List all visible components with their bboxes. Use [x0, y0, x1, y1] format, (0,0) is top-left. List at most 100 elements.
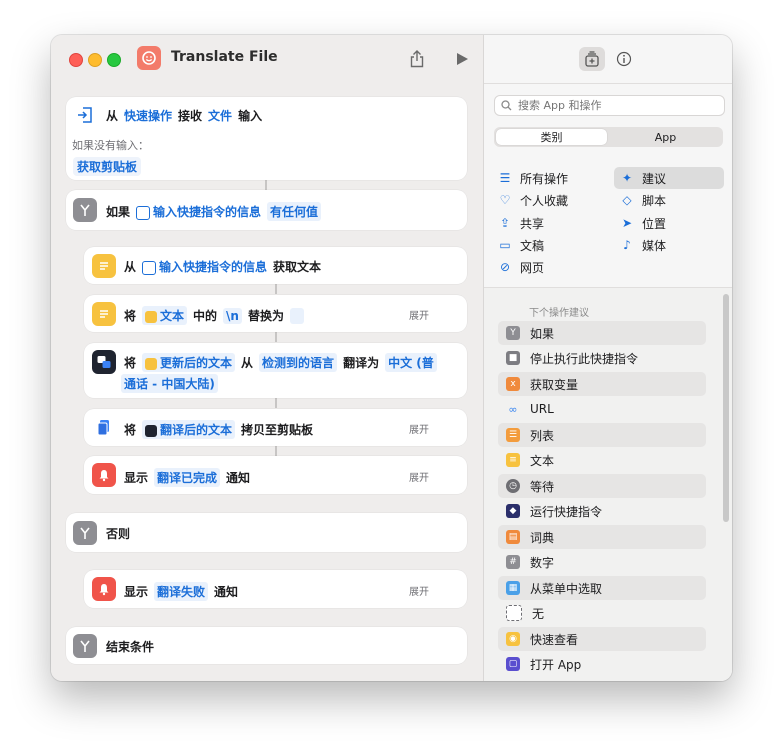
- suggestion-item[interactable]: ◉ 快速查看: [498, 627, 706, 651]
- target-language-token[interactable]: 中文 (普: [385, 353, 437, 372]
- category-documents[interactable]: ▭ 文稿: [498, 234, 608, 256]
- replace-text-action[interactable]: 将 文本 中的 \n 替换为 展开: [84, 295, 467, 332]
- suggestion-item[interactable]: Y 如果: [498, 321, 706, 345]
- suggestions-list: 下个操作建议 Y 如果 ■ 停止执行此快捷指令 x 获取变量 ∞ URL ☰ 列表 ≡ 文本…: [484, 287, 732, 681]
- suggestion-item[interactable]: ■ 停止执行此快捷指令: [498, 346, 706, 370]
- suggestion-item[interactable]: ◷ 等待: [498, 474, 706, 498]
- suggestion-item[interactable]: # 数字: [498, 550, 706, 574]
- shortcut-icon[interactable]: [137, 46, 161, 70]
- category-location[interactable]: ➤ 位置: [620, 212, 724, 234]
- expand-button[interactable]: 展开: [409, 307, 429, 322]
- share-icon: ⇪: [499, 216, 511, 230]
- category-favorites[interactable]: ♡ 个人收藏: [498, 189, 608, 211]
- from-label: 从: [124, 260, 137, 274]
- suggestion-item[interactable]: ∞ URL: [498, 397, 706, 421]
- connector: [265, 180, 267, 190]
- category-label: 共享: [520, 216, 545, 231]
- receive-action[interactable]: 从 快速操作 接收 文件 输入 如果没有输入： 获取剪贴板: [66, 97, 467, 180]
- action-library-icon[interactable]: [579, 47, 605, 71]
- nothing-icon: [506, 605, 522, 621]
- close-button[interactable]: [69, 53, 83, 67]
- show-notification-action[interactable]: 显示 翻译已完成 通知 展开: [84, 456, 467, 494]
- type-token[interactable]: 文件: [208, 107, 232, 124]
- condition-token[interactable]: 有任何值: [267, 202, 322, 221]
- category-media[interactable]: ♪ 媒体: [620, 234, 724, 256]
- category-sharing[interactable]: ⇪ 共享: [498, 212, 608, 234]
- play-icon[interactable]: [450, 47, 474, 71]
- otherwise-label: 否则: [106, 527, 131, 541]
- from-label: 从: [106, 109, 119, 123]
- otherwise-action[interactable]: 否则: [66, 513, 467, 552]
- suggestion-item[interactable]: ▢ 打开 App: [498, 652, 706, 676]
- translate-action[interactable]: 将 更新后的文本 从 检测到的语言 翻译为 中文 (普 通话 - 中国大陆): [84, 343, 467, 398]
- action-library-pane: 类别 App ☰ 所有操作 ✦ 建议 ♡ 个人收藏 ◇ 脚本 ⇪ 共享 ➤ 位置 ▭: [483, 35, 732, 681]
- segment-apps[interactable]: App: [610, 129, 721, 145]
- location-icon: ➤: [621, 216, 633, 230]
- if-var-token[interactable]: 输入快捷指令的信息: [136, 203, 261, 220]
- suggestion-item[interactable]: ▤ 词典: [498, 525, 706, 549]
- translate-icon: [145, 424, 158, 437]
- category-scripting[interactable]: ◇ 脚本: [620, 189, 724, 211]
- fallback-token[interactable]: 获取剪贴板: [73, 157, 142, 176]
- replacement-token[interactable]: [290, 307, 304, 324]
- expand-button[interactable]: 展开: [409, 469, 429, 484]
- get-text-label: 获取文本: [273, 260, 322, 274]
- if-var-label: 输入快捷指令的信息: [153, 205, 262, 219]
- text-icon: ≡: [506, 453, 520, 467]
- show-notification-action[interactable]: 显示 翻译失败 通知 展开: [84, 570, 467, 608]
- translate-icon: [92, 350, 116, 374]
- suggestion-item[interactable]: ≡ 文本: [498, 448, 706, 472]
- pattern-token[interactable]: \n: [223, 307, 242, 324]
- category-label: 建议: [642, 171, 667, 186]
- category-all-actions[interactable]: ☰ 所有操作: [498, 167, 608, 189]
- suggestion-label: 无: [532, 606, 545, 621]
- notification-bell-icon: [92, 463, 116, 487]
- target-language-token-cont[interactable]: 通话 - 中国大陆): [121, 374, 218, 393]
- app-icon: ▢: [506, 657, 520, 671]
- connector: [275, 284, 277, 294]
- translate-var-token[interactable]: 更新后的文本: [142, 353, 236, 372]
- titlebar: Translate File: [51, 35, 483, 83]
- suggestion-label: 停止执行此快捷指令: [530, 351, 639, 366]
- expand-button[interactable]: 展开: [409, 583, 429, 598]
- get-text-var-token[interactable]: 输入快捷指令的信息: [142, 258, 267, 275]
- zoom-button[interactable]: [107, 53, 121, 67]
- clipboard-icon: [92, 416, 116, 440]
- segment-categories[interactable]: 类别: [496, 129, 607, 145]
- minimize-button[interactable]: [88, 53, 102, 67]
- detected-language-token[interactable]: 检测到的语言: [259, 353, 338, 372]
- suggestion-label: 数字: [530, 555, 555, 570]
- compass-icon: ⊘: [499, 260, 511, 274]
- suggestion-item[interactable]: ▦ 从菜单中选取: [498, 576, 706, 600]
- replace-var-token[interactable]: 文本: [142, 306, 188, 325]
- scrollbar[interactable]: [723, 294, 729, 522]
- notification-message-token[interactable]: 翻译已完成: [154, 468, 221, 487]
- no-input-label: 如果没有输入：: [72, 139, 149, 152]
- expand-button[interactable]: 展开: [409, 421, 429, 436]
- copy-var-token[interactable]: 翻译后的文本: [142, 420, 236, 439]
- info-icon[interactable]: [611, 47, 637, 71]
- category-web[interactable]: ⊘ 网页: [498, 256, 608, 278]
- suggestion-item[interactable]: 无: [498, 601, 706, 625]
- share-icon[interactable]: [405, 47, 429, 71]
- suggestion-label: 如果: [530, 326, 555, 341]
- suggestion-item[interactable]: x 获取变量: [498, 372, 706, 396]
- get-text-action[interactable]: 从 输入快捷指令的信息 获取文本: [84, 247, 467, 284]
- search-input[interactable]: [516, 98, 720, 113]
- suggestion-label: 等待: [530, 479, 555, 494]
- source-token[interactable]: 快速操作: [124, 107, 172, 124]
- window-title: Translate File: [171, 49, 278, 65]
- copy-to-clipboard-action[interactable]: 将 翻译后的文本 拷贝至剪贴板 展开: [84, 409, 467, 446]
- if-action[interactable]: 如果 输入快捷指令的信息 有任何值: [66, 190, 467, 230]
- notification-message-token[interactable]: 翻译失败: [154, 582, 209, 601]
- end-if-action[interactable]: 结束条件: [66, 627, 467, 664]
- action-search-field[interactable]: [494, 95, 725, 116]
- notification-label: 通知: [214, 585, 239, 599]
- copy-var-label: 翻译后的文本: [160, 423, 233, 437]
- suggestion-item[interactable]: ◆ 运行快捷指令: [498, 499, 706, 523]
- category-suggestions[interactable]: ✦ 建议: [614, 167, 724, 189]
- suggestion-item[interactable]: ☰ 列表: [498, 423, 706, 447]
- music-note-icon: ♪: [623, 238, 631, 252]
- in-label: 中的: [193, 309, 218, 323]
- suggestions-title: 下个操作建议: [529, 308, 589, 319]
